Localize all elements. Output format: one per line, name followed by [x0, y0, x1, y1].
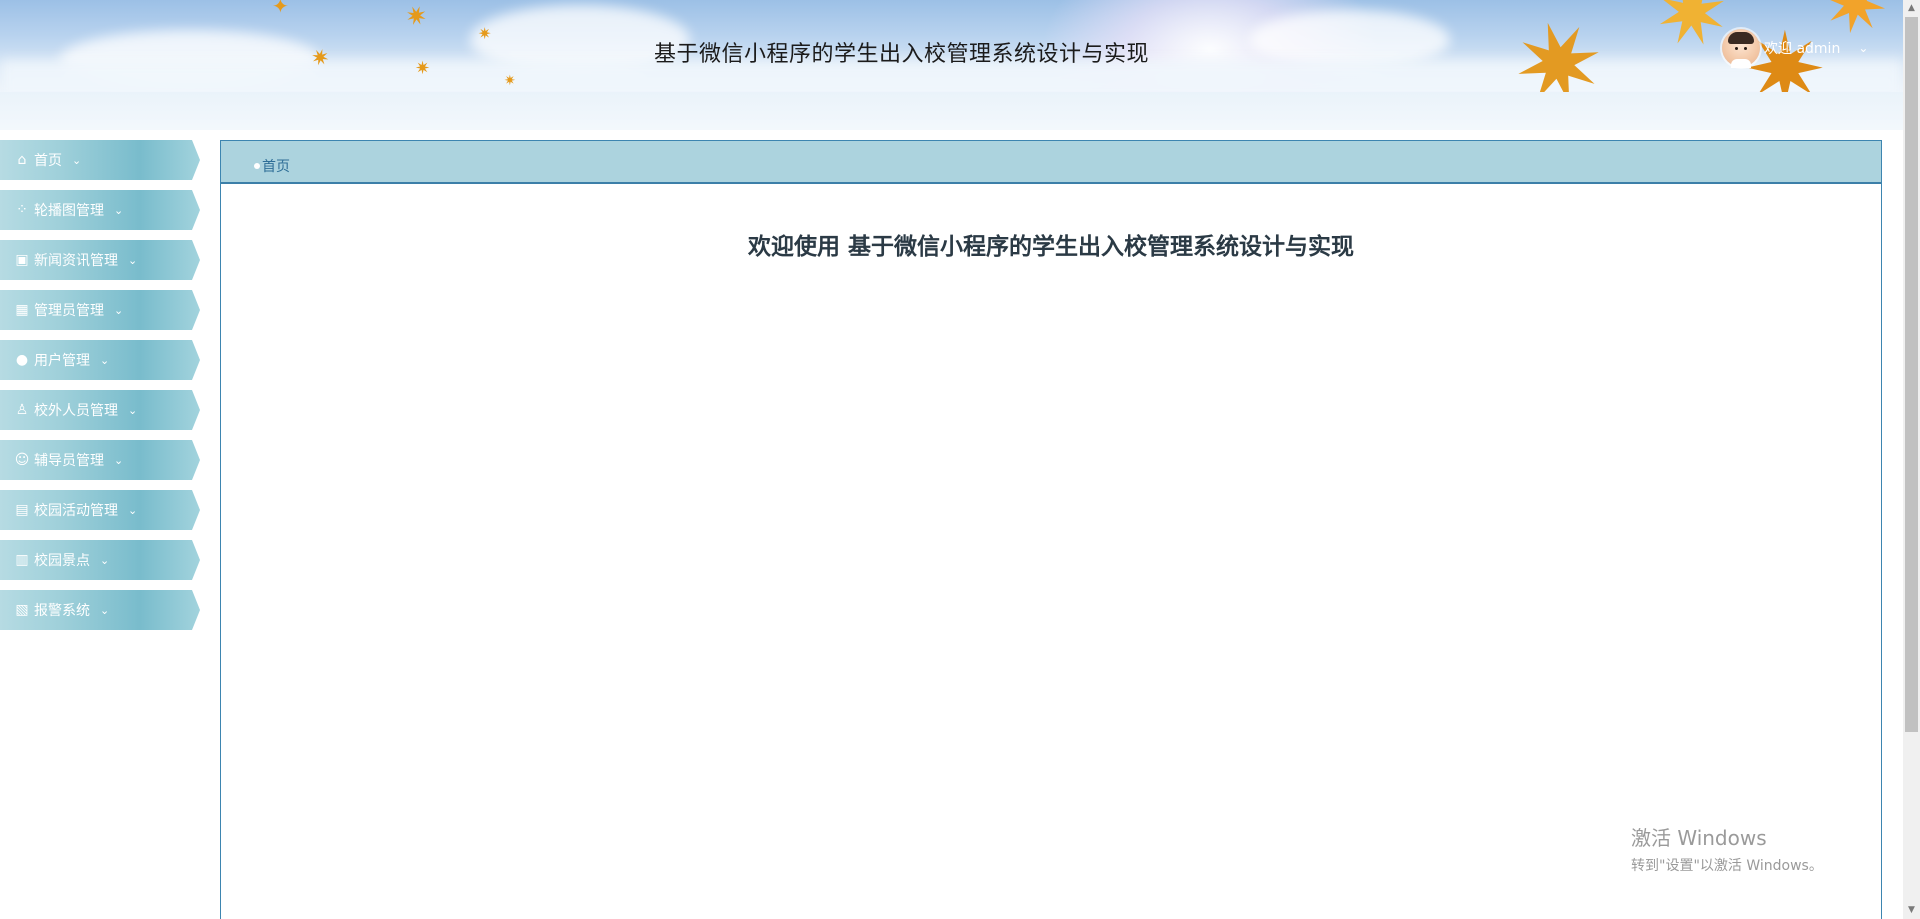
sidebar-item-home[interactable]: ⌂ 首页 ⌄ — [0, 140, 200, 180]
watermark-line1: 激活 Windows — [1631, 826, 1767, 850]
user-icon: ● — [15, 352, 29, 368]
chevron-down-icon: ⌄ — [114, 453, 124, 467]
avatar-eye — [1735, 47, 1738, 50]
maple-leaf-icon: ✷ — [504, 73, 516, 89]
scroll-down-arrow-icon[interactable]: ▼ — [1903, 902, 1920, 919]
sidebar-item-visitors[interactable]: ♙ 校外人员管理 ⌄ — [0, 390, 200, 430]
maple-leaf-icon: ✷ — [400, 0, 432, 35]
chevron-down-icon: ⌄ — [114, 203, 124, 217]
chevron-down-icon: ⌄ — [100, 353, 110, 367]
chart-icon: ▦ — [15, 302, 29, 318]
breadcrumb: 首页 — [221, 141, 1881, 184]
main-panel: 首页 欢迎使用 基于微信小程序的学生出入校管理系统设计与实现 — [220, 140, 1882, 919]
chevron-down-icon: ⌄ — [114, 303, 124, 317]
news-icon: ▣ — [15, 252, 29, 268]
user-menu[interactable]: 欢迎 admin ⌄ — [1722, 29, 1868, 68]
sidebar-item-label: 管理员管理 — [34, 303, 104, 319]
layout-icon: ▥ — [15, 552, 29, 568]
scrollbar-thumb[interactable] — [1905, 17, 1918, 732]
sidebar-item-activities[interactable]: ▤ 校园活动管理 ⌄ — [0, 490, 200, 530]
header-banner: ✦ ✷ ✷ ✷ ✷ ✷ ✷ ✷ ✷ ✷ 基于微信小程序的学生出入校管理系统设计与… — [0, 0, 1903, 92]
sidebar-item-label: 新闻资讯管理 — [34, 253, 118, 269]
chevron-down-icon: ⌄ — [128, 253, 138, 267]
home-icon: ⌂ — [17, 152, 27, 168]
vertical-scrollbar[interactable]: ▲ ▼ — [1903, 0, 1920, 919]
archive-icon: ▤ — [15, 502, 29, 518]
badge-icon: ♙ — [15, 402, 29, 418]
sidebar-item-news[interactable]: ▣ 新闻资讯管理 ⌄ — [0, 240, 200, 280]
sidebar-item-admins[interactable]: ▦ 管理员管理 ⌄ — [0, 290, 200, 330]
app-page: ✦ ✷ ✷ ✷ ✷ ✷ ✷ ✷ ✷ ✷ 基于微信小程序的学生出入校管理系统设计与… — [0, 0, 1920, 919]
chevron-down-icon: ⌄ — [128, 503, 138, 517]
avatar-shirt — [1731, 59, 1751, 68]
sidebar-item-label: 校外人员管理 — [34, 403, 118, 419]
welcome-heading: 欢迎使用 基于微信小程序的学生出入校管理系统设计与实现 — [747, 234, 1354, 260]
maple-leaf-icon: ✦ — [272, 0, 289, 18]
breadcrumb-home-link[interactable]: 首页 — [262, 156, 290, 176]
sidebar-item-label: 首页 — [34, 153, 62, 169]
user-welcome-label[interactable]: 欢迎 admin — [1764, 38, 1840, 58]
sidebar-item-label: 辅导员管理 — [34, 453, 104, 469]
sidebar-item-label: 校园活动管理 — [34, 503, 118, 519]
sidebar-item-label: 用户管理 — [34, 353, 90, 369]
windows-activation-watermark: 激活 Windows 转到"设置"以激活 Windows。 — [1631, 822, 1823, 875]
sidebar-nav: ⌂ 首页 ⌄ ⁘ 轮播图管理 ⌄ ▣ 新闻资讯管理 ⌄ ▦ 管理员管理 ⌄ ● … — [0, 140, 200, 640]
chevron-down-icon[interactable]: ⌄ — [1858, 41, 1868, 55]
app-title: 基于微信小程序的学生出入校管理系统设计与实现 — [653, 42, 1149, 67]
sidebar-item-label: 报警系统 — [34, 603, 90, 619]
chevron-down-icon: ⌄ — [100, 553, 110, 567]
sidebar-item-attractions[interactable]: ▥ 校园景点 ⌄ — [0, 540, 200, 580]
chevron-down-icon: ⌄ — [100, 603, 110, 617]
chevron-down-icon: ⌄ — [72, 153, 82, 167]
user-outline-icon: ☺ — [14, 452, 30, 468]
avatar-eye — [1744, 47, 1747, 50]
scroll-up-arrow-icon[interactable]: ▲ — [1903, 0, 1920, 17]
header-sub-strip — [0, 92, 1903, 130]
breadcrumb-dot-icon — [254, 162, 260, 169]
avatar-hair — [1728, 32, 1754, 44]
apps-icon: ⁘ — [16, 202, 28, 218]
sidebar-item-alarm[interactable]: ▧ 报警系统 ⌄ — [0, 590, 200, 630]
sidebar-item-label: 校园景点 — [34, 553, 90, 569]
chevron-down-icon: ⌄ — [128, 403, 138, 417]
watermark-line2: 转到"设置"以激活 Windows。 — [1631, 858, 1823, 874]
sidebar-item-counselors[interactable]: ☺ 辅导员管理 ⌄ — [0, 440, 200, 480]
panel-icon: ▧ — [15, 602, 29, 618]
sidebar-item-carousel[interactable]: ⁘ 轮播图管理 ⌄ — [0, 190, 200, 230]
sidebar-item-label: 轮播图管理 — [34, 203, 104, 219]
avatar[interactable] — [1722, 29, 1760, 68]
sidebar-item-users[interactable]: ● 用户管理 ⌄ — [0, 340, 200, 380]
